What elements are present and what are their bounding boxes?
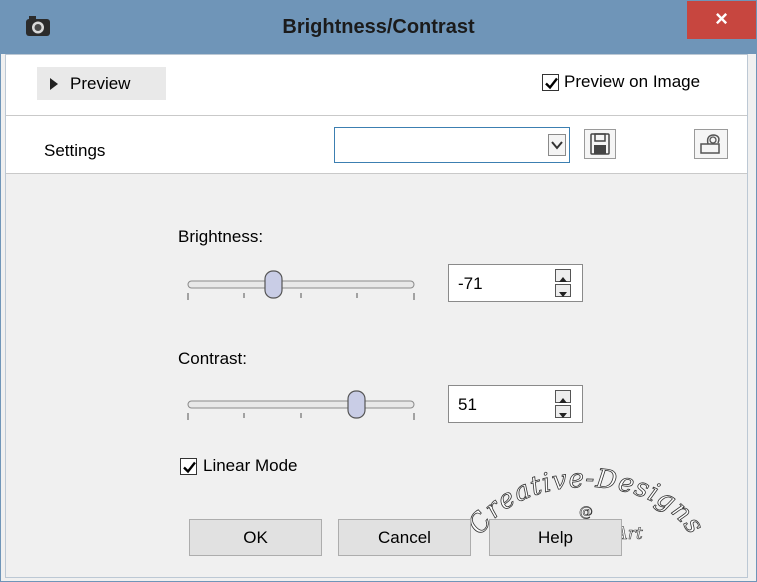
cancel-button-label: Cancel (378, 528, 431, 547)
help-button[interactable]: Help (489, 519, 622, 556)
dialog-title: Brightness/Contrast (282, 16, 475, 38)
settings-label: Settings (44, 141, 106, 160)
dialog-window: Brightness/Contrast × Preview Preview on… (0, 0, 757, 582)
arrow-down-icon (559, 413, 567, 418)
brightness-slider-thumb[interactable] (264, 270, 283, 299)
chevron-down-icon (551, 141, 563, 150)
save-preset-button[interactable] (584, 129, 616, 159)
brightness-spin-buttons[interactable] (555, 269, 571, 297)
contrast-increment-button[interactable] (555, 390, 571, 403)
contrast-slider-thumb[interactable] (347, 390, 366, 419)
contrast-spin-buttons[interactable] (555, 390, 571, 418)
contrast-label: Contrast: (178, 349, 247, 368)
expand-triangle-icon (50, 78, 58, 90)
contrast-decrement-button[interactable] (555, 405, 571, 418)
preview-toggle-label: Preview (70, 74, 131, 93)
linear-mode-checkbox[interactable] (180, 458, 197, 475)
checkmark-icon (183, 461, 196, 474)
checkmark-icon (545, 77, 558, 90)
help-button-label: Help (538, 528, 573, 547)
close-button[interactable]: × (687, 1, 756, 39)
reset-icon (700, 134, 720, 154)
brightness-slider[interactable] (186, 269, 416, 309)
cancel-button[interactable]: Cancel (338, 519, 471, 556)
contrast-spinbox[interactable]: 51 (448, 385, 583, 423)
preview-on-image-checkbox[interactable] (542, 74, 559, 91)
arrow-down-icon (559, 292, 567, 297)
floppy-disk-icon (590, 133, 610, 155)
linear-mode-label: Linear Mode (203, 456, 298, 475)
brightness-decrement-button[interactable] (555, 284, 571, 297)
ok-button[interactable]: OK (189, 519, 322, 556)
ok-button-label: OK (243, 528, 268, 547)
contrast-value[interactable]: 51 (458, 395, 477, 415)
watermark-line2: @ (579, 504, 593, 520)
brightness-spinbox[interactable]: -71 (448, 264, 583, 302)
title-bar[interactable]: Brightness/Contrast × (1, 1, 756, 54)
brightness-value[interactable]: -71 (458, 274, 483, 294)
dropdown-arrow-button[interactable] (548, 134, 566, 156)
contrast-slider[interactable] (186, 389, 416, 429)
brightness-label: Brightness: (178, 227, 264, 246)
reset-preset-button[interactable] (694, 129, 728, 159)
close-icon: × (715, 6, 728, 31)
preview-toggle-button[interactable]: Preview (37, 67, 166, 100)
settings-preset-dropdown[interactable] (334, 127, 570, 163)
dialog-content: Preview Preview on Image Settings Bright… (5, 54, 748, 578)
watermark: Creative-Designs @ Ximena Art (466, 463, 706, 544)
brightness-increment-button[interactable] (555, 269, 571, 282)
preview-on-image-label: Preview on Image (564, 72, 701, 91)
